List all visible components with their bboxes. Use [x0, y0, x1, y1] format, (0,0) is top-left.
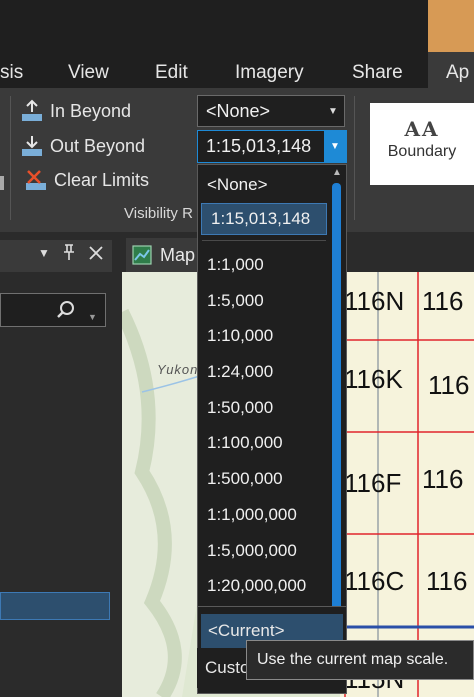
- in-beyond-combo[interactable]: <None> ▼: [197, 95, 345, 127]
- pane-menu-chevron-icon[interactable]: ▼: [38, 246, 50, 260]
- tab-imagery[interactable]: Imagery: [235, 62, 304, 84]
- in-beyond-icon: [22, 99, 42, 121]
- map-grid-label: 116: [428, 370, 470, 400]
- dropdown-divider: [202, 240, 326, 241]
- selected-layer-row[interactable]: [0, 592, 110, 620]
- ribbon-separator: [354, 96, 355, 220]
- pin-icon[interactable]: [62, 243, 76, 266]
- clear-limits-label: Clear Limits: [54, 169, 150, 190]
- clear-limits-button[interactable]: Clear Limits: [24, 168, 149, 192]
- map-icon: [132, 245, 152, 265]
- search-icon[interactable]: [56, 300, 76, 325]
- dropdown-option[interactable]: <None>: [198, 169, 326, 201]
- map-grid-label: 116F: [344, 468, 402, 498]
- chevron-down-icon[interactable]: ▼: [324, 131, 346, 162]
- out-beyond-button[interactable]: Out Beyond: [20, 134, 145, 158]
- cut-off-icon: [0, 176, 4, 190]
- dropdown-option[interactable]: 1:50,000: [198, 392, 326, 424]
- map-grid-label: 116C: [344, 566, 405, 596]
- map-place-label: Yukon: [157, 362, 199, 377]
- tab-edit[interactable]: Edit: [155, 62, 188, 84]
- in-beyond-combo-value: <None>: [206, 100, 271, 121]
- clear-limits-icon: [26, 170, 46, 190]
- scroll-up-icon[interactable]: ▲: [330, 167, 344, 178]
- boundary-label: Boundary: [387, 143, 457, 160]
- close-icon[interactable]: [88, 245, 104, 266]
- in-beyond-label: In Beyond: [50, 100, 132, 121]
- dropdown-option[interactable]: 1:100,000: [198, 427, 326, 459]
- tab-view[interactable]: View: [68, 62, 109, 84]
- dropdown-option-selected[interactable]: 1:15,013,148: [201, 203, 327, 235]
- boundary-style-gallery-item[interactable]: AA Boundary: [370, 103, 474, 185]
- tab-analysis[interactable]: sis: [0, 62, 23, 84]
- dropdown-option[interactable]: 1:10,000: [198, 320, 326, 352]
- dropdown-scroll-thumb[interactable]: [332, 183, 341, 615]
- dropdown-option[interactable]: 1:24,000: [198, 356, 326, 388]
- dropdown-option[interactable]: 1:20,000,000: [198, 570, 326, 602]
- tab-share[interactable]: Share: [352, 62, 403, 84]
- visibility-group-label: Visibility R: [124, 205, 193, 222]
- ribbon-separator: [10, 96, 11, 220]
- out-beyond-label: Out Beyond: [50, 135, 146, 156]
- dropdown-option[interactable]: 1:1,000: [198, 249, 326, 281]
- scale-dropdown-list[interactable]: <None> 1:15,013,148 1:1,000 1:5,000 1:10…: [197, 164, 347, 644]
- in-beyond-button[interactable]: In Beyond: [20, 99, 131, 123]
- dropdown-option[interactable]: 1:5,000: [198, 285, 326, 317]
- map-grid-label: 116: [422, 464, 464, 494]
- map-grid-label: 116: [426, 566, 468, 596]
- tooltip: Use the current map scale.: [246, 640, 474, 680]
- text-style-sample: AA: [404, 117, 440, 141]
- dropdown-option[interactable]: 1:5,000,000: [198, 535, 326, 567]
- map-grid-label: 116N: [344, 286, 405, 316]
- map-tab-label: Map: [160, 244, 196, 265]
- dropdown-option[interactable]: 1:500,000: [198, 463, 326, 495]
- dropdown-option[interactable]: 1:1,000,000: [198, 499, 326, 531]
- tab-appearance[interactable]: Ap: [446, 62, 469, 84]
- map-grid-label: 116: [422, 286, 464, 316]
- out-beyond-icon: [22, 136, 42, 156]
- search-options-chevron-icon[interactable]: ▼: [88, 312, 97, 322]
- out-beyond-combo[interactable]: 1:15,013,148 ▼: [197, 130, 347, 163]
- chevron-down-icon[interactable]: ▼: [322, 96, 344, 126]
- map-grid-label: 116K: [344, 364, 403, 394]
- out-beyond-combo-value: 1:15,013,148: [206, 136, 312, 156]
